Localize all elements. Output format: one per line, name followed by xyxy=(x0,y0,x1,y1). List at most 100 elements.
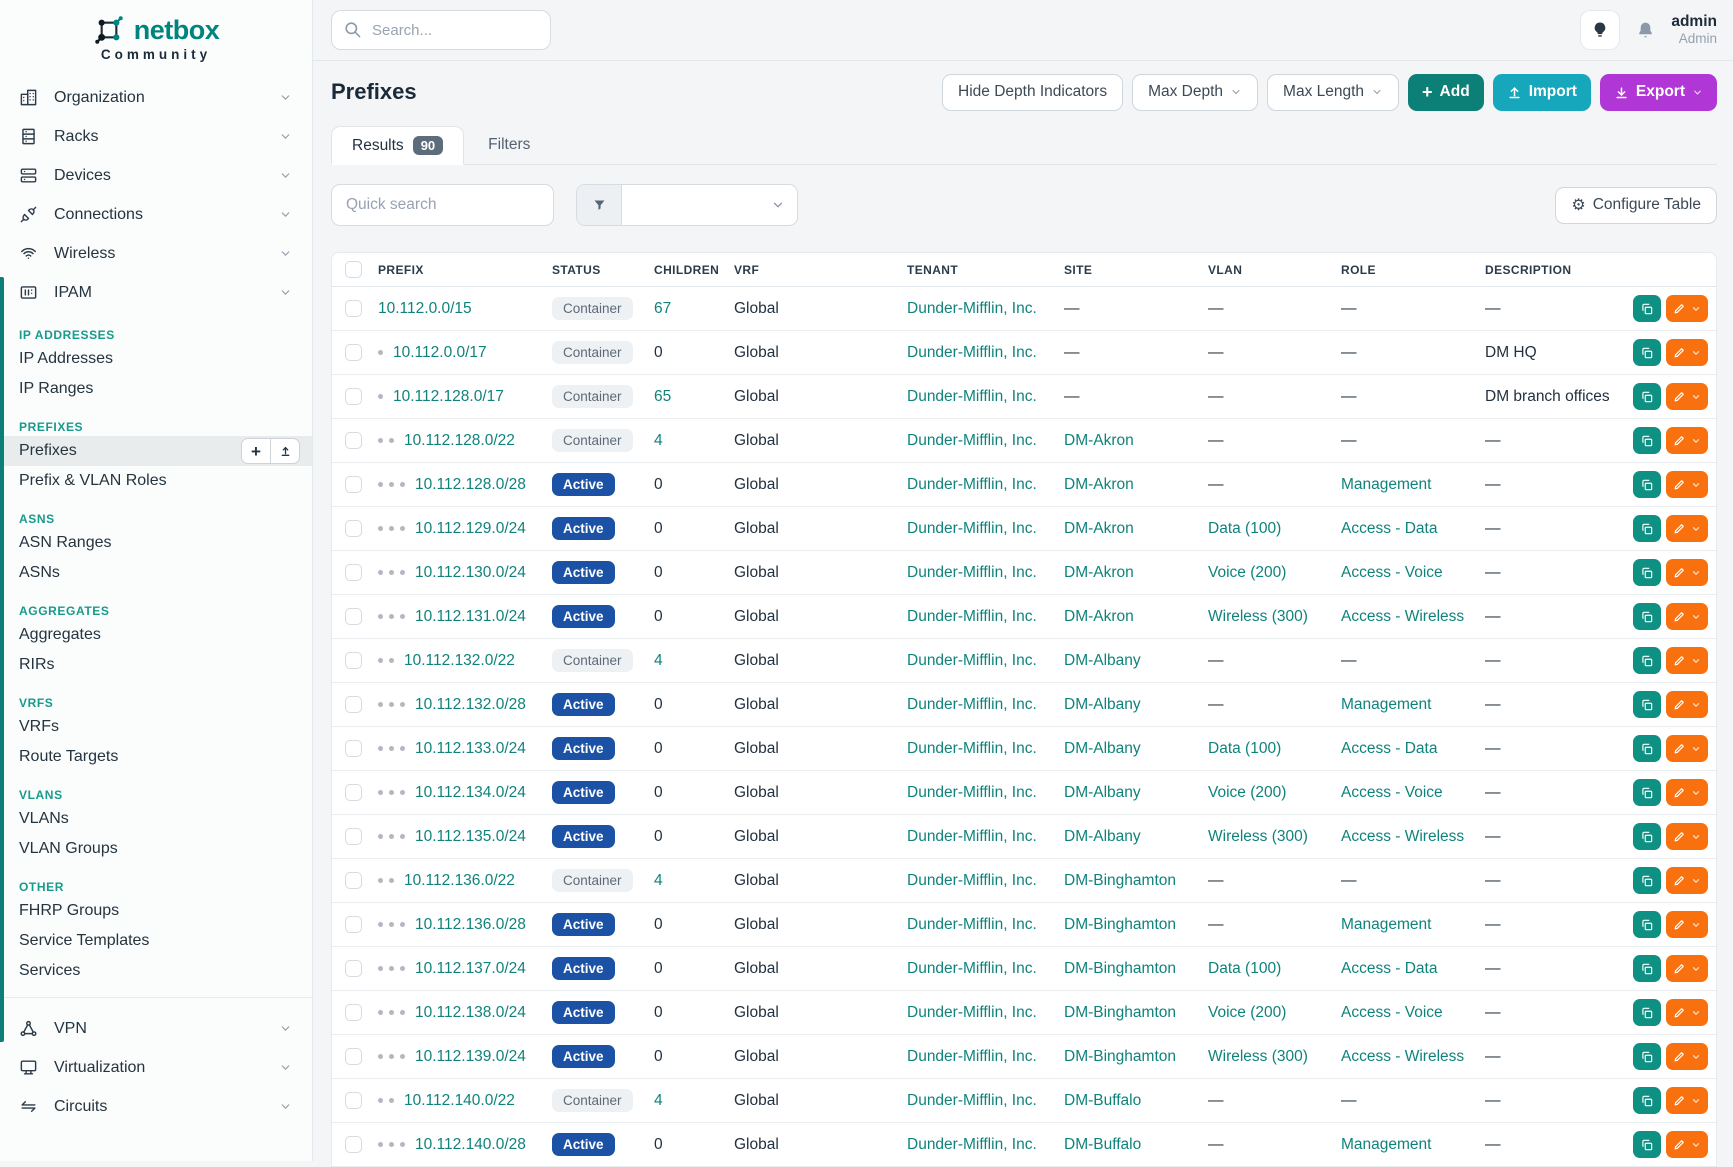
edit-button[interactable] xyxy=(1666,559,1708,586)
row-checkbox[interactable] xyxy=(345,520,362,537)
sidebar-item-circuits[interactable]: Circuits xyxy=(0,1087,312,1126)
tenant-link[interactable]: Dunder-Mifflin, Inc. xyxy=(907,476,1037,493)
theme-toggle-button[interactable] xyxy=(1580,10,1620,50)
row-checkbox[interactable] xyxy=(345,828,362,845)
tenant-link[interactable]: Dunder-Mifflin, Inc. xyxy=(907,520,1037,537)
site-link[interactable]: DM-Akron xyxy=(1064,608,1134,625)
edit-button[interactable] xyxy=(1666,427,1708,454)
prefix-link[interactable]: 10.112.129.0/24 xyxy=(415,520,526,537)
row-checkbox[interactable] xyxy=(345,344,362,361)
edit-dropdown-toggle[interactable] xyxy=(1691,568,1701,578)
quick-search-input[interactable] xyxy=(331,184,554,226)
edit-button[interactable] xyxy=(1666,339,1708,366)
children-count[interactable]: 4 xyxy=(654,652,663,669)
tenant-link[interactable]: Dunder-Mifflin, Inc. xyxy=(907,1092,1037,1109)
edit-dropdown-toggle[interactable] xyxy=(1691,656,1701,666)
search-input[interactable] xyxy=(331,10,551,50)
site-link[interactable]: DM-Buffalo xyxy=(1064,1092,1141,1109)
edit-dropdown-toggle[interactable] xyxy=(1691,392,1701,402)
notifications-bell-icon[interactable] xyxy=(1635,20,1656,41)
edit-dropdown-toggle[interactable] xyxy=(1691,1096,1701,1106)
edit-dropdown-toggle[interactable] xyxy=(1691,524,1701,534)
column-header-status[interactable]: STATUS xyxy=(552,253,654,287)
site-link[interactable]: DM-Albany xyxy=(1064,740,1141,757)
site-link[interactable]: DM-Akron xyxy=(1064,564,1134,581)
tenant-link[interactable]: Dunder-Mifflin, Inc. xyxy=(907,1048,1037,1065)
role-link[interactable]: Access - Wireless xyxy=(1341,1048,1464,1065)
tenant-link[interactable]: Dunder-Mifflin, Inc. xyxy=(907,344,1037,361)
role-link[interactable]: Access - Wireless xyxy=(1341,608,1464,625)
tenant-link[interactable]: Dunder-Mifflin, Inc. xyxy=(907,828,1037,845)
copy-button[interactable] xyxy=(1633,955,1661,982)
row-checkbox[interactable] xyxy=(345,652,362,669)
prefix-link[interactable]: 10.112.140.0/28 xyxy=(415,1136,526,1153)
prefix-link[interactable]: 10.112.138.0/24 xyxy=(415,1004,526,1021)
row-checkbox[interactable] xyxy=(345,916,362,933)
sidebar-item-route-targets[interactable]: Route Targets xyxy=(0,742,312,772)
copy-button[interactable] xyxy=(1633,515,1661,542)
edit-dropdown-toggle[interactable] xyxy=(1691,304,1701,314)
column-header-vlan[interactable]: VLAN xyxy=(1208,253,1341,287)
sidebar-item-vrfs[interactable]: VRFs xyxy=(0,712,312,742)
tenant-link[interactable]: Dunder-Mifflin, Inc. xyxy=(907,916,1037,933)
prefix-link[interactable]: 10.112.132.0/22 xyxy=(404,652,515,669)
edit-dropdown-toggle[interactable] xyxy=(1691,920,1701,930)
site-link[interactable]: DM-Binghamton xyxy=(1064,872,1176,889)
edit-button[interactable] xyxy=(1666,867,1708,894)
tenant-link[interactable]: Dunder-Mifflin, Inc. xyxy=(907,872,1037,889)
site-link[interactable]: DM-Albany xyxy=(1064,652,1141,669)
sidebar-item-asns[interactable]: ASNs xyxy=(0,558,312,588)
children-count[interactable]: 4 xyxy=(654,432,663,449)
vlan-link[interactable]: Wireless (300) xyxy=(1208,1048,1308,1065)
prefix-link[interactable]: 10.112.128.0/22 xyxy=(404,432,515,449)
row-checkbox[interactable] xyxy=(345,476,362,493)
tenant-link[interactable]: Dunder-Mifflin, Inc. xyxy=(907,1004,1037,1021)
vlan-link[interactable]: Data (100) xyxy=(1208,740,1281,757)
logo[interactable]: netbox Community xyxy=(0,14,312,78)
row-checkbox[interactable] xyxy=(345,300,362,317)
column-header-vrf[interactable]: VRF xyxy=(734,253,907,287)
copy-button[interactable] xyxy=(1633,1087,1661,1114)
copy-button[interactable] xyxy=(1633,471,1661,498)
row-checkbox[interactable] xyxy=(345,872,362,889)
sidebar-item-connections[interactable]: Connections xyxy=(0,195,312,234)
vlan-link[interactable]: Voice (200) xyxy=(1208,564,1286,581)
prefix-link[interactable]: 10.112.134.0/24 xyxy=(415,784,526,801)
row-checkbox[interactable] xyxy=(345,1048,362,1065)
sidebar-item-fhrp-groups[interactable]: FHRP Groups xyxy=(0,896,312,926)
select-all-checkbox[interactable] xyxy=(345,261,362,278)
sidebar-item-vlans[interactable]: VLANs xyxy=(0,804,312,834)
tenant-link[interactable]: Dunder-Mifflin, Inc. xyxy=(907,608,1037,625)
copy-button[interactable] xyxy=(1633,911,1661,938)
max-depth-dropdown[interactable]: Max Depth xyxy=(1132,74,1258,111)
site-link[interactable]: DM-Binghamton xyxy=(1064,960,1176,977)
quick-import-button[interactable] xyxy=(270,438,300,464)
copy-button[interactable] xyxy=(1633,383,1661,410)
role-link[interactable]: Access - Data xyxy=(1341,960,1437,977)
edit-button[interactable] xyxy=(1666,999,1708,1026)
edit-button[interactable] xyxy=(1666,779,1708,806)
edit-button[interactable] xyxy=(1666,1043,1708,1070)
prefix-link[interactable]: 10.112.136.0/22 xyxy=(404,872,515,889)
role-link[interactable]: Access - Voice xyxy=(1341,564,1443,581)
edit-dropdown-toggle[interactable] xyxy=(1691,436,1701,446)
prefix-link[interactable]: 10.112.137.0/24 xyxy=(415,960,526,977)
tenant-link[interactable]: Dunder-Mifflin, Inc. xyxy=(907,960,1037,977)
site-link[interactable]: DM-Akron xyxy=(1064,476,1134,493)
tenant-link[interactable]: Dunder-Mifflin, Inc. xyxy=(907,696,1037,713)
copy-button[interactable] xyxy=(1633,339,1661,366)
sidebar-item-devices[interactable]: Devices xyxy=(0,156,312,195)
copy-button[interactable] xyxy=(1633,427,1661,454)
prefix-link[interactable]: 10.112.140.0/22 xyxy=(404,1092,515,1109)
row-checkbox[interactable] xyxy=(345,784,362,801)
edit-button[interactable] xyxy=(1666,471,1708,498)
site-link[interactable]: DM-Albany xyxy=(1064,828,1141,845)
vlan-link[interactable]: Data (100) xyxy=(1208,520,1281,537)
import-button[interactable]: Import xyxy=(1493,74,1591,111)
role-link[interactable]: Access - Data xyxy=(1341,740,1437,757)
sidebar-item-aggregates[interactable]: Aggregates xyxy=(0,620,312,650)
row-checkbox[interactable] xyxy=(345,564,362,581)
vlan-link[interactable]: Data (100) xyxy=(1208,960,1281,977)
prefix-link[interactable]: 10.112.0.0/17 xyxy=(393,344,487,361)
tenant-link[interactable]: Dunder-Mifflin, Inc. xyxy=(907,432,1037,449)
